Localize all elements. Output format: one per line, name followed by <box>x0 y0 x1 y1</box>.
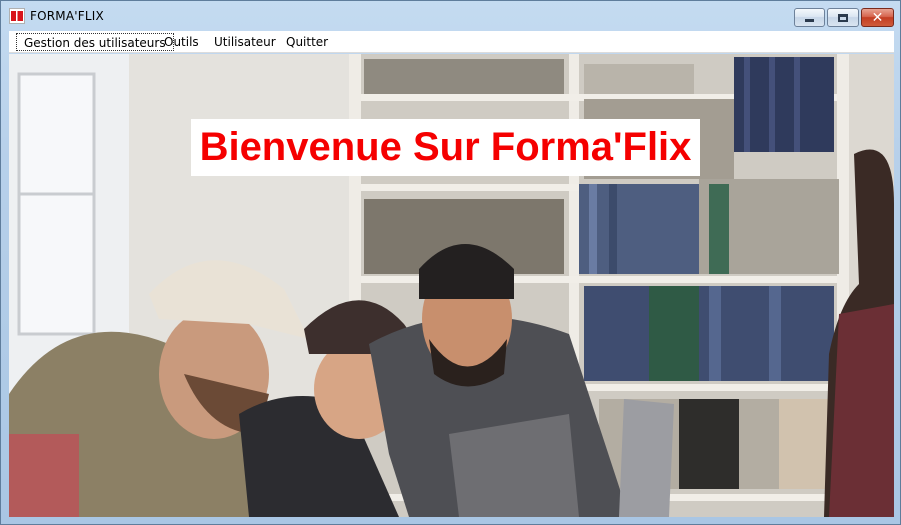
window-title: FORMA'FLIX <box>30 9 104 23</box>
menu-gestion-utilisateurs[interactable]: Gestion des utilisateurs <box>16 33 174 51</box>
welcome-banner: Bienvenue Sur Forma'Flix <box>191 119 700 176</box>
close-button[interactable]: ✕ <box>861 8 894 27</box>
background-photo: Bienvenue Sur Forma'Flix <box>9 54 894 517</box>
close-icon: ✕ <box>871 9 884 26</box>
maximize-icon <box>838 13 848 22</box>
menu-bar: Gestion des utilisateurs Outils Utilisat… <box>9 31 894 53</box>
menu-outils[interactable]: Outils <box>157 33 206 51</box>
app-icon[interactable] <box>9 8 25 24</box>
title-bar[interactable]: FORMA'FLIX ✕ <box>1 1 900 31</box>
app-window: FORMA'FLIX ✕ Gestion des utilisateurs Ou… <box>0 0 901 525</box>
maximize-button[interactable] <box>827 8 859 27</box>
menu-quitter[interactable]: Quitter <box>279 33 335 51</box>
app-logo-mark <box>11 11 23 21</box>
minimize-icon <box>805 18 814 22</box>
minimize-button[interactable] <box>794 8 825 27</box>
menu-utilisateur[interactable]: Utilisateur <box>207 33 283 51</box>
